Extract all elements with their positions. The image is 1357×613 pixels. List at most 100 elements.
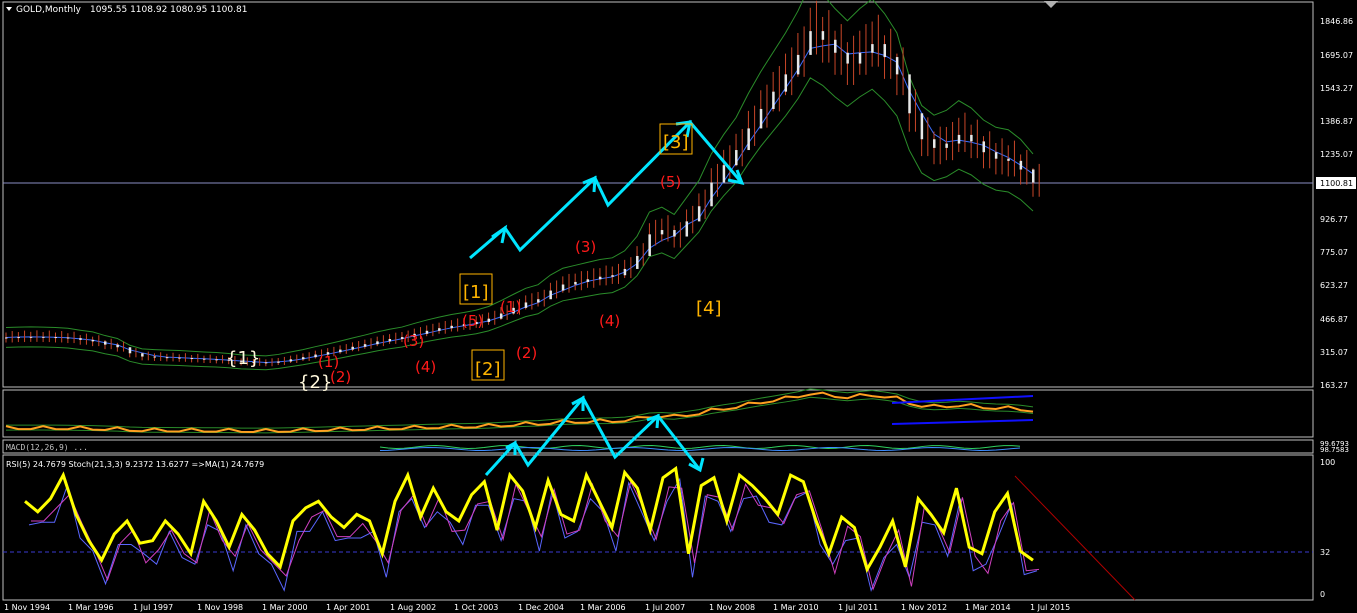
current-price-label: 1100.81 <box>1320 179 1353 188</box>
price-bar-body <box>79 338 82 340</box>
price-bar-body <box>598 276 602 280</box>
wave-label-bracket-4: [4] <box>696 298 722 319</box>
price-bar-body <box>202 358 206 360</box>
price-bar-body <box>920 113 924 140</box>
price-bar-body <box>636 255 639 269</box>
price-bar-body <box>933 139 936 148</box>
price-bar-body <box>388 339 392 342</box>
chart-header-symbol: GOLD,Monthly <box>16 5 82 15</box>
wave-label-paren: (4) <box>599 312 620 330</box>
price-bar-body <box>5 337 8 339</box>
price-bar-body <box>289 359 293 362</box>
main-price-panel[interactable] <box>2 1 1314 388</box>
price-bar-body <box>42 336 45 338</box>
price-bar-body <box>425 330 429 334</box>
wave-label-bracket-1: [1] <box>463 282 489 303</box>
price-bar-body <box>66 337 70 339</box>
price-bar-body <box>561 284 565 291</box>
wave-label-paren: (2) <box>516 344 537 362</box>
price-bar-body <box>376 341 379 345</box>
time-tick: 1 Jul 2011 <box>838 603 878 612</box>
price-tick: 1386.87 <box>1320 117 1353 126</box>
price-bar-body <box>351 346 354 350</box>
time-tick: 1 Mar 2000 <box>262 603 308 612</box>
price-bar-body <box>895 57 899 75</box>
price-bar-body <box>524 302 528 308</box>
price-bar-body <box>871 44 874 53</box>
price-tick: 775.07 <box>1320 248 1348 257</box>
price-tick: 1695.07 <box>1320 51 1353 60</box>
time-tick: 1 Mar 1996 <box>68 603 114 612</box>
price-bar-body <box>103 341 107 345</box>
macd-axis-label: 98.7583 <box>1320 446 1349 454</box>
price-bar-body <box>190 358 194 360</box>
price-bar-body <box>549 290 552 300</box>
price-bar-body <box>1007 158 1010 161</box>
price-bar-body <box>660 230 664 235</box>
wave-label-paren: (2) <box>330 368 351 386</box>
time-tick: 1 Nov 2008 <box>709 603 755 612</box>
wave-label-bracket-2: [2] <box>475 359 501 380</box>
time-tick: 1 Apr 2001 <box>326 603 370 612</box>
price-bar-body <box>623 268 627 276</box>
price-bar-body <box>314 354 317 358</box>
price-bar-body <box>301 357 305 360</box>
price-bar-body <box>846 52 849 64</box>
time-tick: 1 Jul 2015 <box>1030 603 1070 612</box>
price-bar-body <box>858 52 862 64</box>
price-bar-body <box>128 347 132 354</box>
price-bar-body <box>116 344 119 348</box>
macd-panel-label: MACD(12,26,9) ... <box>6 443 88 452</box>
time-tick: 1 Nov 2012 <box>901 603 947 612</box>
wave-label-bracket-3: [3] <box>663 132 689 153</box>
time-tick: 1 Nov 1994 <box>4 603 50 612</box>
price-bar-body <box>487 318 491 322</box>
price-bar-body <box>957 134 961 144</box>
wave-label-paren: (5) <box>462 312 483 330</box>
rsi-tick-32: 32 <box>1320 548 1330 557</box>
wave-label-paren: (3) <box>575 238 596 256</box>
price-bar-body <box>450 325 453 329</box>
time-tick: 1 Dec 2004 <box>518 603 564 612</box>
price-tick: 926.77 <box>1320 215 1348 224</box>
price-bar-body <box>1019 160 1023 170</box>
price-tick: 163.27 <box>1320 381 1348 390</box>
price-bar-body <box>1032 169 1035 183</box>
price-bar-body <box>784 74 788 92</box>
price-bar-body <box>772 91 775 109</box>
time-tick: 1 Jul 1997 <box>133 603 173 612</box>
rsi-panel-title: RSI(5) 24.7679 Stoch(21,3,3) 9.2372 13.6… <box>6 460 264 469</box>
time-tick: 1 Aug 2002 <box>390 603 436 612</box>
trading-chart[interactable]: GOLD,Monthly 1095.55 1108.92 1080.95 110… <box>0 0 1357 613</box>
price-bar-body <box>91 339 95 342</box>
time-tick: 1 Oct 2003 <box>454 603 498 612</box>
time-tick: 1 Nov 1998 <box>197 603 243 612</box>
chart-header-ohlc: 1095.55 1108.92 1080.95 1100.81 <box>90 5 247 15</box>
wave-label-paren: (1) <box>500 298 521 316</box>
price-bar-body <box>834 39 837 53</box>
time-tick: 1 Mar 2006 <box>580 603 626 612</box>
macd-panel[interactable] <box>2 439 1314 454</box>
wave-label-paren: (5) <box>660 173 681 191</box>
price-bar-body <box>586 279 590 282</box>
price-tick: 466.87 <box>1320 315 1348 324</box>
price-axis: 1846.86 1695.07 1543.27 1386.87 1235.07 … <box>1320 17 1353 390</box>
rsi-tick-0: 0 <box>1320 590 1325 599</box>
time-tick: 1 Jul 2007 <box>645 603 685 612</box>
wave-label-paren: (4) <box>415 358 436 376</box>
price-bar-body <box>648 234 651 256</box>
price-bar-body <box>574 281 577 285</box>
time-tick: 1 Mar 2010 <box>773 603 819 612</box>
price-bar-body <box>735 150 738 166</box>
price-bar-body <box>178 357 181 359</box>
price-bar-body <box>994 152 998 159</box>
price-bar-body <box>945 143 948 148</box>
price-bar-body <box>697 206 701 222</box>
price-bar-body <box>759 108 763 129</box>
price-bar-body <box>141 353 144 357</box>
price-bar-body <box>153 356 156 358</box>
price-bar-body <box>821 31 825 40</box>
price-bar-body <box>363 344 367 347</box>
price-bar-body <box>883 44 887 58</box>
price-tick: 623.27 <box>1320 281 1348 290</box>
